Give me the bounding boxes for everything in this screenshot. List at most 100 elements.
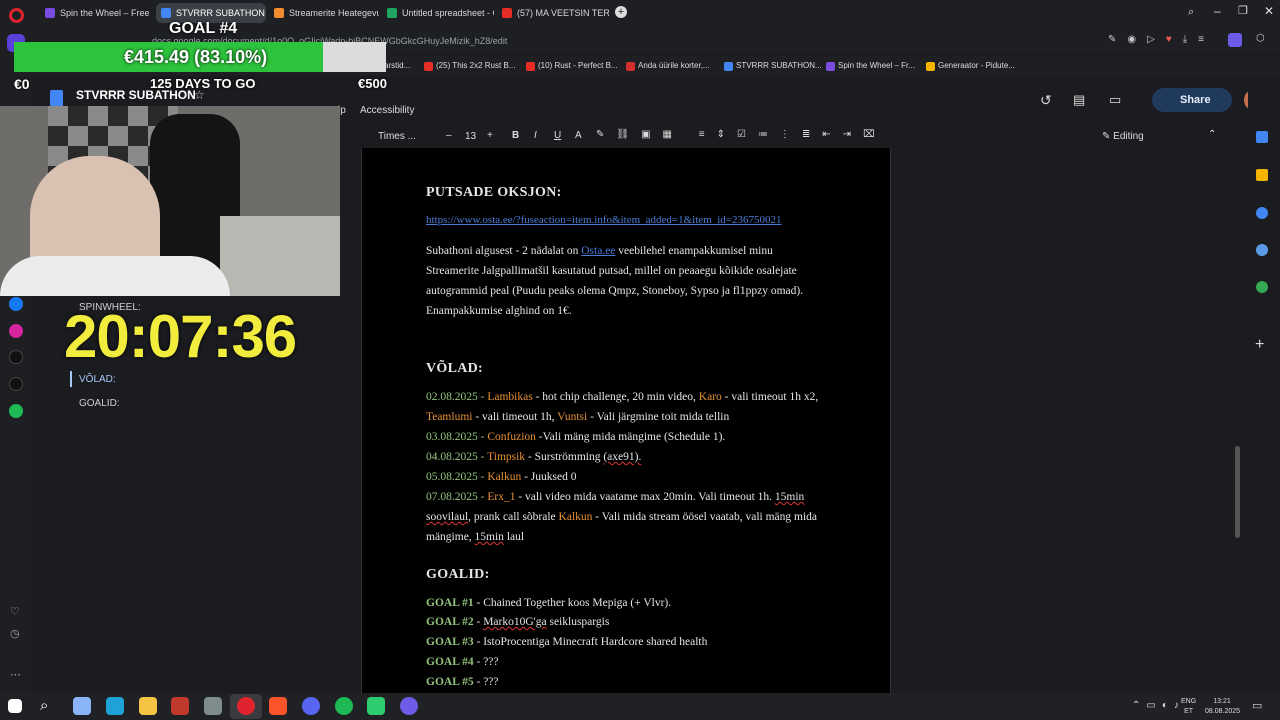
docs-logo-icon[interactable] bbox=[50, 90, 63, 107]
italic-button[interactable]: I bbox=[534, 130, 537, 141]
font-size-increase-button[interactable]: + bbox=[487, 130, 493, 141]
search-tabs-icon[interactable]: ⌕ bbox=[1188, 6, 1194, 19]
auction-paragraph-line: Streamerite Jalgpallimatšil kasutatud pu… bbox=[426, 265, 797, 277]
auction-paragraph-line: Enampakkumise alghind on 1€. bbox=[426, 305, 572, 317]
debts-heading: VÕLAD: bbox=[426, 361, 484, 376]
goal-amount: €415.49 (83.10%) bbox=[124, 47, 268, 67]
x-icon[interactable] bbox=[9, 377, 23, 391]
opera-sidebar: ♡ ◷ ⋯ bbox=[0, 0, 32, 693]
meet-icon[interactable]: ▭ bbox=[1109, 92, 1121, 108]
docs-icon bbox=[724, 62, 733, 71]
goal-line: GOAL #2 - Marko10G'ga seikluspargis bbox=[426, 616, 610, 628]
history-icon[interactable]: ◷ bbox=[10, 627, 20, 640]
version-history-icon[interactable]: ↺ bbox=[1040, 92, 1052, 109]
tiktok-icon[interactable] bbox=[9, 350, 23, 364]
contacts-icon[interactable] bbox=[1256, 244, 1268, 256]
collapse-icon[interactable]: ⌃ bbox=[1208, 129, 1216, 140]
tab-favicon-icon bbox=[274, 8, 284, 18]
taskbar: ⌕ ⌃▭◐♪ ENG ET 13:21 08.08.2025 ▭ bbox=[0, 693, 1280, 720]
side-panel: + bbox=[1235, 76, 1280, 693]
tab-spreadsheet[interactable]: Untitled spreadsheet - Go bbox=[382, 3, 494, 23]
brave-icon[interactable] bbox=[269, 697, 287, 715]
taskbar-app-icon[interactable] bbox=[171, 697, 189, 715]
format-icons: ✎⛓▣▦ ≡⇕☑≔⋮≣⇤⇥⌧ bbox=[596, 129, 887, 140]
search-icon[interactable]: ⌕ bbox=[40, 697, 48, 714]
share-button[interactable]: Share bbox=[1152, 88, 1232, 112]
tab-favicon-icon bbox=[387, 8, 397, 18]
auction-paragraph-line: Subathoni algusest - 2 nädalat on Osta.e… bbox=[426, 245, 773, 257]
more-icon[interactable]: ⋯ bbox=[10, 668, 21, 681]
outline-volad[interactable]: VÕLAD: bbox=[79, 374, 116, 385]
debt-line: Teamlumi - vali timeout 1h, Vuntsi - Val… bbox=[426, 411, 730, 423]
taskbar-app-icon[interactable] bbox=[73, 697, 91, 715]
edge-icon[interactable] bbox=[106, 697, 124, 715]
goal-title: GOAL #4 bbox=[169, 20, 238, 37]
outline-goalid[interactable]: GOALID: bbox=[79, 398, 120, 409]
bookmark-item[interactable]: Generaator - Pidute... bbox=[926, 59, 1015, 73]
osta-link[interactable]: Osta.ee bbox=[581, 245, 615, 257]
font-select[interactable]: Times ... bbox=[378, 131, 416, 142]
bookmark-item[interactable]: (25) This 2x2 Rust B... bbox=[424, 59, 515, 73]
notification-icon[interactable]: ▭ bbox=[1252, 699, 1262, 712]
extensions-icon[interactable]: ⬡ bbox=[1256, 33, 1265, 44]
keep-icon[interactable] bbox=[1256, 169, 1268, 181]
profile-icon[interactable] bbox=[1228, 33, 1242, 47]
underline-button[interactable]: U bbox=[554, 130, 561, 141]
font-size-decrease-button[interactable]: – bbox=[446, 130, 452, 141]
editing-mode-select[interactable]: ✎ Editing bbox=[1102, 131, 1144, 142]
debt-line: 02.08.2025 - Lambikas - hot chip challen… bbox=[426, 391, 819, 403]
tray-icons[interactable]: ⌃▭◐♪ bbox=[1132, 700, 1185, 711]
heart-icon[interactable]: ♥ bbox=[1166, 34, 1183, 45]
new-tab-button[interactable]: + bbox=[615, 6, 627, 18]
minimize-icon[interactable]: – bbox=[1214, 4, 1221, 18]
instagram-icon[interactable] bbox=[9, 324, 23, 338]
bookmark-item[interactable]: (10) Rust - Perfect B... bbox=[526, 59, 618, 73]
comments-icon[interactable]: ▤ bbox=[1073, 92, 1085, 108]
debt-line: soovilaul, prank call sõbrale Kalkun - V… bbox=[426, 511, 818, 523]
explorer-icon[interactable] bbox=[139, 697, 157, 715]
clock[interactable]: 13:21 08.08.2025 bbox=[1205, 697, 1240, 717]
toolbar-icons: ✎◉▷♥⤓≡ bbox=[1108, 34, 1215, 45]
tasks-icon[interactable] bbox=[1256, 207, 1268, 219]
font-size-input[interactable]: 13 bbox=[465, 131, 476, 142]
opera-icon[interactable] bbox=[237, 697, 255, 715]
add-addon-icon[interactable]: + bbox=[1255, 336, 1264, 354]
spotify-icon[interactable] bbox=[335, 697, 353, 715]
format-toolbar: Times ... – 13 + B I U A ✎⛓▣▦ ≡⇕☑≔⋮≣⇤⇥⌧ … bbox=[338, 126, 1238, 148]
taskbar-app-icon[interactable] bbox=[367, 697, 385, 715]
bookmark-favicon-icon bbox=[626, 62, 635, 71]
bookmark-item[interactable]: Anda üürile korter,... bbox=[626, 59, 710, 73]
debt-line: mängime, 15min laul bbox=[426, 531, 525, 543]
taskbar-app-icon[interactable] bbox=[204, 697, 222, 715]
menu-accessibility[interactable]: Accessibility bbox=[360, 105, 414, 116]
maps-icon[interactable] bbox=[1256, 281, 1268, 293]
bold-button[interactable]: B bbox=[512, 130, 519, 141]
close-icon[interactable]: ✕ bbox=[1264, 4, 1274, 18]
auction-paragraph-line: autogrammid peal (Puudu peaks olema Qmpz… bbox=[426, 285, 804, 297]
goals-heading: GOALID: bbox=[426, 567, 490, 582]
scrollbar[interactable] bbox=[1235, 446, 1240, 538]
auction-link[interactable]: https://www.osta.ee/?fuseaction=item.inf… bbox=[426, 214, 781, 226]
goal-overlay: GOAL #4 €415.49 (83.10%) €0 125 DAYS TO … bbox=[14, 20, 389, 92]
bookmark-item[interactable]: STVRRR SUBATHON... bbox=[724, 59, 822, 73]
spotify-icon[interactable] bbox=[9, 404, 23, 418]
youtube-icon bbox=[424, 62, 433, 71]
heart-icon[interactable]: ♡ bbox=[10, 605, 20, 618]
taskbar-app-icon[interactable] bbox=[400, 697, 418, 715]
tab-youtube[interactable]: (57) MA VEETSIN TERVE Ö bbox=[497, 3, 609, 23]
document-page[interactable]: PUTSADE OKSJON: https://www.osta.ee/?fus… bbox=[361, 148, 891, 693]
outline-active-marker bbox=[70, 371, 72, 387]
calendar-icon[interactable] bbox=[1256, 131, 1268, 143]
goal-line: GOAL #1 - Chained Together koos Mepiga (… bbox=[426, 597, 672, 609]
youtube-icon bbox=[526, 62, 535, 71]
bookmark-item[interactable]: Spin the Wheel – Fr... bbox=[826, 59, 915, 73]
subathon-timer: 20:07:36 bbox=[64, 303, 297, 370]
discord-icon[interactable] bbox=[302, 697, 320, 715]
maximize-icon[interactable]: ❐ bbox=[1238, 4, 1248, 17]
goal-days-left: 125 DAYS TO GO bbox=[150, 76, 256, 91]
language-indicator[interactable]: ENG ET bbox=[1181, 697, 1196, 717]
text-color-button[interactable]: A bbox=[575, 130, 582, 141]
windows-start-icon[interactable] bbox=[8, 699, 22, 713]
messenger-icon[interactable] bbox=[9, 297, 23, 311]
goal-min: €0 bbox=[14, 76, 30, 92]
